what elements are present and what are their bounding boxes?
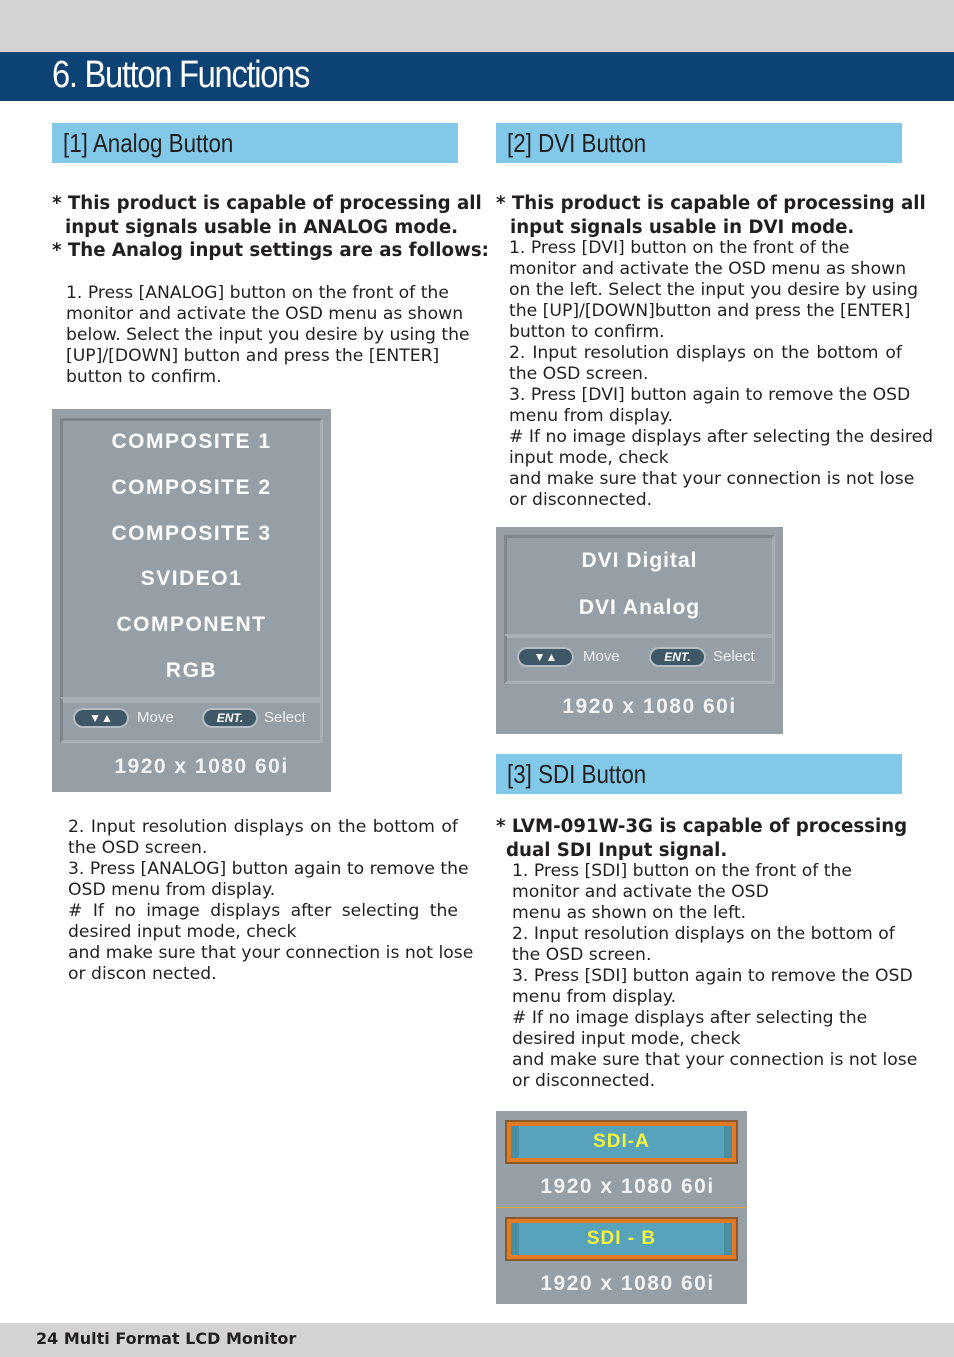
analog-intro-line: * This product is capable of processing … [52, 193, 482, 214]
dvi-step-line: on the left. Select the input you desire… [509, 280, 919, 300]
move-label: Move [137, 709, 174, 726]
analog-step-line: below. Select the input you desire by us… [66, 325, 470, 345]
sdi-step-line: 2. Input resolution displays on the bott… [512, 924, 895, 944]
analog-heading-text: [1] Analog Button [63, 128, 234, 158]
analog-steps-after: 2. Input resolution displays on the bott… [68, 817, 474, 985]
dvi-intro-line: * This product is capable of processing … [496, 193, 926, 214]
analog-step-line: 1. Press [ANALOG] button on the front of… [66, 283, 449, 303]
select-label: Select [713, 648, 755, 665]
sdi-step-line: the OSD screen. [512, 945, 652, 965]
dvi-step-line: monitor and activate the OSD menu as sho… [509, 259, 907, 279]
osd-resolution: 1920 x 1080 60i [562, 695, 737, 718]
dvi-intro-line: input signals usable in DVI mode. [510, 216, 855, 238]
move-key-icon: ▼▲ [73, 708, 129, 728]
sdi-step-line: menu as shown on the left. [512, 903, 747, 923]
dvi-step-line: or disconnected. [509, 490, 653, 510]
analog-step-line: button to confirm. [66, 367, 222, 387]
page-title: 6. Button Functions [52, 54, 310, 96]
analog-step-line: # If no image displays after selecting t… [68, 901, 458, 921]
sdi-b-label: SDI - B [586, 1228, 657, 1249]
sdi-step-line: 3. Press [SDI] button again to remove th… [512, 966, 913, 986]
dvi-heading-text: [2] DVI Button [507, 128, 647, 158]
sdi-step-line: monitor and activate the OSD [512, 882, 769, 902]
sdi-a-label: SDI-A [593, 1131, 650, 1152]
dvi-step-line: input mode, check [509, 448, 669, 468]
dvi-step-line: the OSD screen. [509, 364, 649, 384]
osd-item-composite-3[interactable]: COMPOSITE 3 [52, 522, 331, 546]
dvi-step-line: the [UP]/[DOWN]button and press the [ENT… [509, 301, 911, 321]
analog-step-line: OSD menu from display. [68, 880, 276, 900]
analog-step-line: the OSD screen. [68, 838, 208, 858]
enter-key-icon: ENT. [202, 708, 258, 728]
title-bar: 6. Button Functions [0, 52, 954, 101]
dvi-step-line: button to confirm. [509, 322, 665, 342]
dvi-step-line: # If no image displays after selecting t… [509, 427, 934, 447]
move-key-icon: ▼▲ [517, 647, 574, 667]
sdi-b-resolution: 1920 x 1080 60i [540, 1272, 715, 1295]
analog-osd-menu: COMPOSITE 1 COMPOSITE 2 COMPOSITE 3 SVID… [52, 409, 331, 792]
sdi-step-line: menu from display. [512, 987, 677, 1007]
osd-item-rgb[interactable]: RGB [52, 659, 331, 683]
osd-resolution: 1920 x 1080 60i [114, 755, 289, 778]
osd-item-dvi-analog[interactable]: DVI Analog [496, 596, 783, 620]
dvi-step-line: 3. Press [DVI] button again to remove th… [509, 385, 911, 405]
sdi-intro-line: * LVM-091W-3G is capable of processing [496, 816, 908, 837]
osd-item-svideo1[interactable]: SVIDEO1 [52, 567, 331, 591]
analog-step1: 1. Press [ANALOG] button on the front of… [66, 283, 470, 388]
osd-item-dvi-digital[interactable]: DVI Digital [496, 549, 783, 573]
sdi-step-line: and make sure that your connection is no… [512, 1050, 918, 1070]
sdi-a-osd: SDI-A 1920 x 1080 60i [496, 1111, 747, 1208]
analog-step-line: monitor and activate the OSD menu as sho… [66, 304, 464, 324]
sdi-a-bar[interactable]: SDI-A [505, 1120, 738, 1164]
dvi-step-line: 1. Press [DVI] button on the front of th… [509, 238, 850, 258]
osd-item-composite-1[interactable]: COMPOSITE 1 [52, 430, 331, 454]
dvi-steps: 1. Press [DVI] button on the front of th… [509, 238, 934, 511]
dvi-section-heading: [2] DVI Button [496, 123, 902, 163]
analog-step-line: and make sure that your connection is no… [68, 943, 474, 963]
footer: 24 Multi Format LCD Monitor [0, 1323, 954, 1357]
sdi-a-resolution: 1920 x 1080 60i [540, 1175, 715, 1198]
analog-step-line: 2. Input resolution displays on the bott… [68, 817, 458, 837]
sdi-b-osd: SDI - B 1920 x 1080 60i [496, 1208, 747, 1304]
analog-intro-line: * The Analog input settings are as follo… [52, 240, 489, 261]
analog-intro: * This product is capable of processing … [52, 192, 489, 263]
sdi-step-line: desired input mode, check [512, 1029, 741, 1049]
top-band [0, 0, 954, 52]
enter-key-icon: ENT. [649, 647, 706, 667]
sdi-step-line: or disconnected. [512, 1071, 656, 1091]
move-label: Move [583, 648, 620, 665]
analog-step-line: desired input mode, check [68, 922, 297, 942]
analog-step-line: or discon nected. [68, 964, 217, 984]
sdi-step-line: # If no image displays after selecting t… [512, 1008, 868, 1028]
dvi-intro: * This product is capable of processing … [496, 192, 926, 239]
dvi-step-line: and make sure that your connection is no… [509, 469, 915, 489]
footer-text: 24 Multi Format LCD Monitor [36, 1329, 297, 1348]
analog-section-heading: [1] Analog Button [52, 123, 458, 163]
sdi-section-heading: [3] SDI Button [496, 754, 902, 794]
osd-item-component[interactable]: COMPONENT [52, 613, 331, 637]
sdi-step-line: 1. Press [SDI] button on the front of th… [512, 861, 852, 881]
sdi-intro: * LVM-091W-3G is capable of processing d… [496, 815, 907, 862]
dvi-step-line: menu from display. [509, 406, 674, 426]
analog-step-line: [UP]/[DOWN] button and press the [ENTER] [66, 346, 440, 366]
sdi-b-bar[interactable]: SDI - B [505, 1217, 738, 1261]
sdi-intro-line: dual SDI Input signal. [506, 839, 728, 861]
dvi-osd-menu: DVI Digital DVI Analog ▼▲ Move ENT. Sele… [496, 527, 783, 734]
select-label: Select [264, 709, 306, 726]
sdi-heading-text: [3] SDI Button [507, 759, 647, 789]
analog-step-line: 3. Press [ANALOG] button again to remove… [68, 859, 469, 879]
dvi-step-line: 2. Input resolution displays on the bott… [509, 343, 902, 363]
sdi-steps: 1. Press [SDI] button on the front of th… [512, 861, 917, 1092]
analog-intro-line: input signals usable in ANALOG mode. [65, 216, 459, 238]
osd-item-composite-2[interactable]: COMPOSITE 2 [52, 476, 331, 500]
